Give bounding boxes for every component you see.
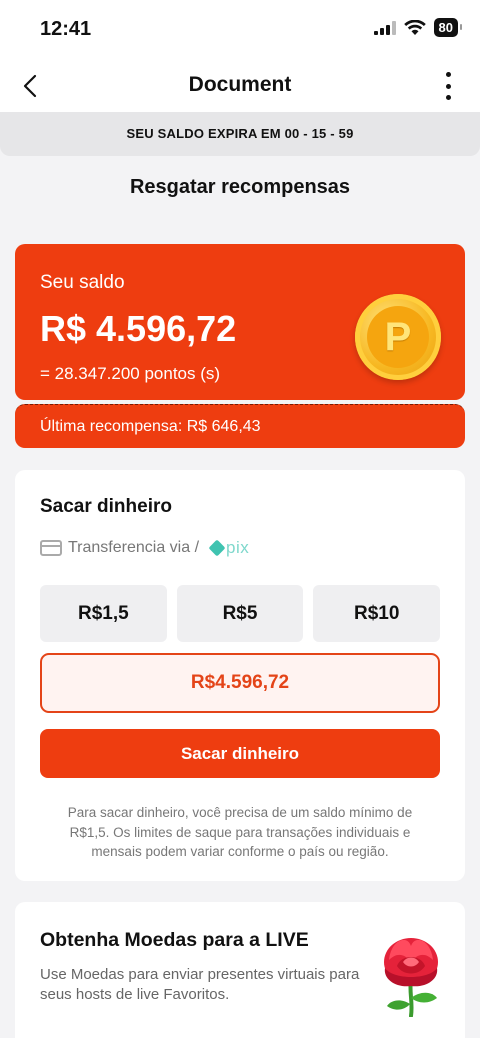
credit-card-icon [40,540,62,556]
pix-diamond-icon [208,539,226,557]
live-coins-card[interactable]: Obtenha Moedas para a LIVE Use Moedas pa… [15,902,465,1038]
coins-title: Obtenha Moedas para a LIVE [40,929,309,951]
balance-label: Seu saldo [40,272,125,293]
expiry-label: SEU SALDO EXPIRA EM [126,126,281,141]
balance-value: R$ 4.596,72 [40,308,237,349]
amount-options: R$1,5 R$5 R$10 [40,585,441,642]
coin-icon: P [355,294,441,380]
last-reward: Última recompensa: R$ 646,43 [15,404,465,448]
amount-option-full-balance[interactable]: R$4.596,72 [40,653,440,713]
amount-option-1-5[interactable]: R$1,5 [40,585,167,642]
coins-description: Use Moedas para enviar presentes virtuai… [40,966,360,1004]
battery-icon: 80 [433,18,463,37]
status-icons: 80 [373,18,463,37]
wifi-icon [403,19,426,35]
withdraw-button[interactable]: Sacar dinheiro [40,729,440,778]
withdraw-card: Sacar dinheiro Transferencia via / pix R… [15,470,465,881]
cellular-signal-icon [373,20,396,35]
pix-label: pix [226,538,250,557]
page-title: Resgatar recompensas [129,176,351,198]
amount-option-5[interactable]: R$5 [176,585,304,642]
status-time: 12:41 [40,18,92,40]
transfer-label: Transferencia via / [68,539,200,556]
more-options-button[interactable] [434,70,462,102]
withdraw-title: Sacar dinheiro [40,496,172,517]
status-bar: 12:41 80 [0,0,480,60]
coin-letter: P [367,306,429,368]
pix-logo: pix [208,538,250,558]
more-vertical-icon [445,72,451,77]
back-button[interactable] [16,72,44,100]
balance-points: = 28.347.200 pontos (s) [40,364,221,383]
amount-option-10[interactable]: R$10 [313,585,441,642]
page-header-title: Document [188,73,292,96]
expiry-countdown: 00 - 15 - 59 [284,126,354,141]
transfer-method: Transferencia via / pix [40,538,249,558]
nav-bar: Document [0,60,480,112]
expiry-banner: SEU SALDO EXPIRA EM 00 - 15 - 59 [0,112,480,156]
rose-icon [384,938,438,1017]
balance-card: Seu saldo R$ 4.596,72 = 28.347.200 ponto… [15,244,465,400]
chevron-left-icon [23,74,37,98]
withdraw-note: Para sacar dinheiro, você precisa de um … [67,805,413,860]
